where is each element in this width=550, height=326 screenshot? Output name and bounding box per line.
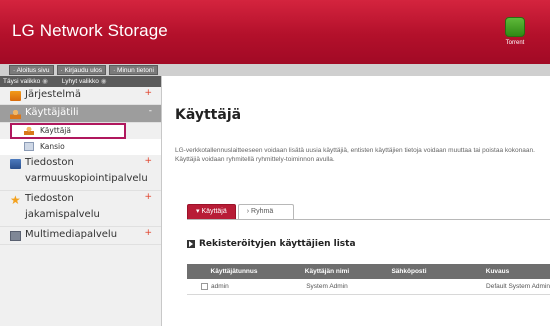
column-header-email[interactable]: Sähköposti xyxy=(373,264,445,279)
cell-name: System Admin xyxy=(306,283,348,290)
tab-group[interactable]: › Ryhmä xyxy=(237,204,294,219)
sidebar-subitem-label: Käyttäjä xyxy=(40,126,71,135)
top-links: · Aloitus sivu · Kirjaudu ulos · Minun t… xyxy=(9,65,158,75)
sidebar-item-system[interactable]: Järjestelmä + xyxy=(0,87,161,105)
full-menu-label: Täysi valikko xyxy=(3,78,41,85)
home-link[interactable]: · Aloitus sivu xyxy=(9,65,54,75)
section-title: Rekisteröityjen käyttäjien lista xyxy=(187,239,356,249)
user-icon xyxy=(10,109,21,119)
cell-email xyxy=(373,279,445,294)
menu-toggles: Täysi valikko ◉ Lyhyt valikko ◉ xyxy=(0,76,161,87)
table-row[interactable]: admin System Admin Default System Admin xyxy=(187,279,550,295)
collapse-icon: - xyxy=(148,106,152,116)
expand-icon: + xyxy=(144,88,152,98)
sidebar-item-user-account[interactable]: Käyttäjätili - xyxy=(0,105,161,123)
tab-divider xyxy=(187,219,550,220)
section-bullet-icon xyxy=(187,240,195,248)
folder-icon xyxy=(24,142,34,151)
row-checkbox[interactable] xyxy=(201,282,208,290)
logout-link[interactable]: · Kirjaudu ulos xyxy=(56,65,107,75)
torrent-label: Torrent xyxy=(505,40,525,46)
torrent-icon xyxy=(505,17,525,37)
sidebar-item-multimedia[interactable]: Multimediapalvelu + xyxy=(0,227,161,245)
sidebar-subitem-user[interactable]: Käyttäjä xyxy=(10,123,126,139)
cell-description: Default System Admin xyxy=(486,283,550,290)
backup-icon xyxy=(10,159,21,169)
main-content: Käyttäjä LG-verkkotallennuslaitteeseen v… xyxy=(163,76,550,326)
page-description: LG-verkkotallennuslaitteeseen voidaan li… xyxy=(175,147,535,163)
cell-username: admin xyxy=(187,279,281,294)
radio-dot-icon: ◉ xyxy=(42,78,48,85)
sidebar-item-label: Multimediapalvelu xyxy=(25,229,118,240)
full-menu-toggle[interactable]: Täysi valikko ◉ xyxy=(3,76,48,87)
short-menu-label: Lyhyt valikko xyxy=(61,78,99,85)
sidebar-subitem-label: Kansio xyxy=(40,142,65,151)
sidebar-item-label: Tiedoston varmuuskopiointipalvelu xyxy=(25,157,148,184)
torrent-button[interactable]: Torrent xyxy=(497,17,533,55)
radio-dot-icon: ◉ xyxy=(100,78,107,85)
sidebar-item-backup[interactable]: Tiedoston varmuuskopiointipalvelu + xyxy=(0,155,161,191)
star-icon: ★ xyxy=(10,193,21,207)
media-icon xyxy=(10,231,21,241)
expand-icon: + xyxy=(144,156,152,166)
system-icon xyxy=(10,91,21,101)
user-icon xyxy=(24,126,34,135)
page-title: Käyttäjä xyxy=(175,107,242,123)
sidebar-item-label: Tiedoston jakamispalvelu xyxy=(25,193,100,220)
sidebar-item-label: Järjestelmä xyxy=(25,89,82,100)
header-bar: LG Network Storage Torrent xyxy=(0,0,550,64)
user-table: Käyttäjätunnus Käyttäjän nimi Sähköposti… xyxy=(187,264,550,295)
my-info-link[interactable]: · Minun tietoni xyxy=(109,65,158,75)
username-value: admin xyxy=(211,283,229,290)
expand-icon: + xyxy=(144,228,152,238)
tab-bar: ▾ Käyttäjä › Ryhmä xyxy=(187,204,294,219)
app-title: LG Network Storage xyxy=(12,21,168,40)
table-header: Käyttäjätunnus Käyttäjän nimi Sähköposti… xyxy=(187,264,550,279)
tab-user[interactable]: ▾ Käyttäjä xyxy=(187,204,236,219)
section-title-text: Rekisteröityjen käyttäjien lista xyxy=(199,239,356,249)
sidebar: Täysi valikko ◉ Lyhyt valikko ◉ Järjestelm… xyxy=(0,76,162,326)
column-header-description[interactable]: Kuvaus xyxy=(445,264,550,279)
sidebar-item-label: Käyttäjätili xyxy=(25,107,79,118)
short-menu-toggle[interactable]: Lyhyt valikko ◉ xyxy=(62,76,107,87)
sidebar-subitem-folder[interactable]: Kansio xyxy=(0,139,161,155)
expand-icon: + xyxy=(144,192,152,202)
sidebar-item-file-sharing[interactable]: ★ Tiedoston jakamispalvelu + xyxy=(0,191,161,227)
column-header-username[interactable]: Käyttäjätunnus xyxy=(187,264,281,279)
column-header-name[interactable]: Käyttäjän nimi xyxy=(281,264,373,279)
